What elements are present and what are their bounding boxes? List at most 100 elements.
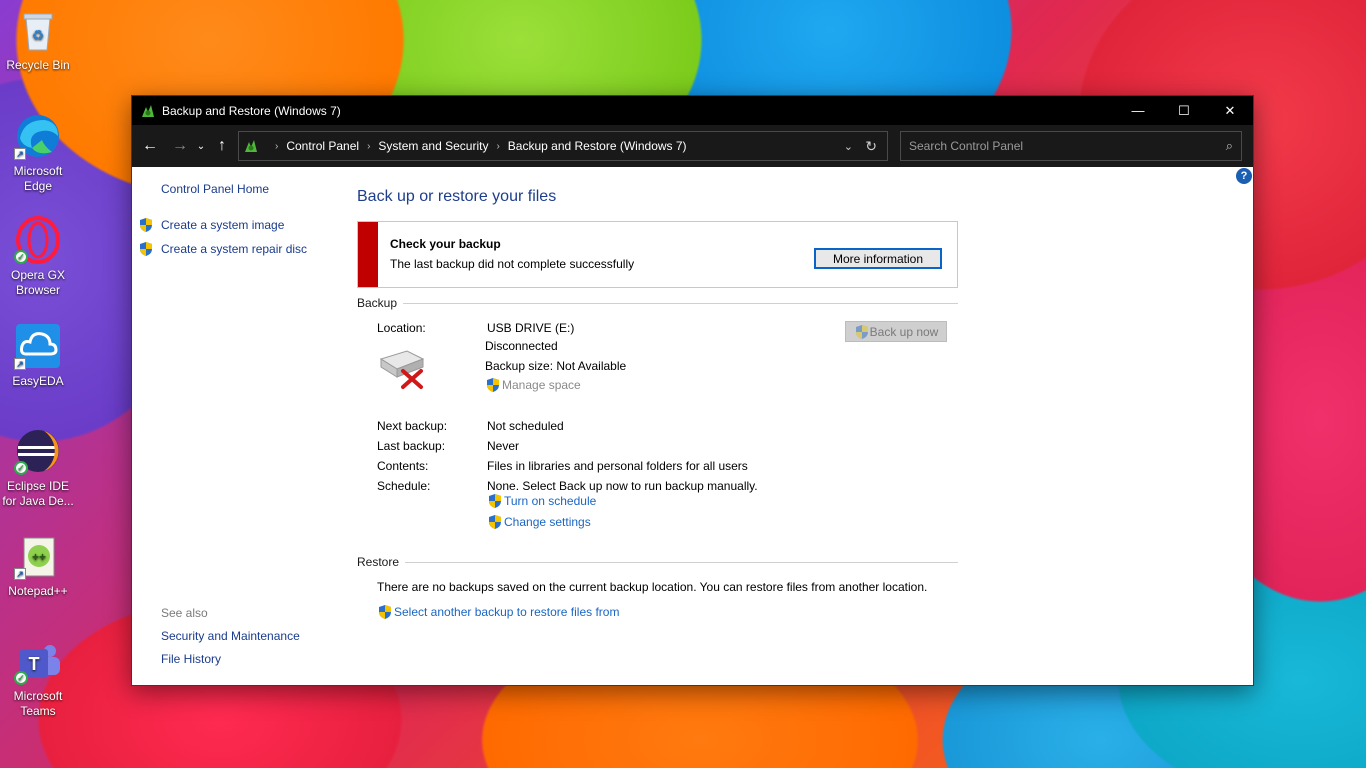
manage-space-link[interactable]: Manage space [485,377,581,393]
breadcrumb-separator: › [275,140,279,152]
recent-locations-button[interactable]: ⌄ [193,141,209,152]
alert-status-bar [358,222,378,287]
refresh-button[interactable]: ↻ [865,138,877,155]
search-icon[interactable]: ⌕ [1226,138,1233,154]
forward-button[interactable]: → [167,133,193,159]
breadcrumb-separator: › [496,140,500,152]
location-value: USB DRIVE (E:) [487,321,575,335]
left-pane: Control Panel Home Create a system image… [132,167,342,685]
section-divider [403,302,958,304]
address-toolbar: ← → ⌄ ↑ › Control Panel › System and Sec… [132,125,1253,167]
create-system-image-link[interactable]: Create a system image [138,217,284,233]
security-maintenance-link[interactable]: Security and Maintenance [161,629,300,643]
breadcrumb[interactable]: › Control Panel › System and Security › … [238,131,888,161]
next-backup-label: Next backup: [377,419,448,433]
file-history-link[interactable]: File History [161,652,221,666]
next-backup-value: Not scheduled [487,419,564,433]
window-controls: — ☐ ✕ [1115,96,1253,125]
chevron-down-icon: ⌄ [196,140,206,152]
uac-shield-icon [855,324,868,339]
arrow-up-icon: ↑ [218,137,226,154]
eclipse-icon: ✓ [14,427,62,475]
create-repair-disc-link[interactable]: Create a system repair disc [138,241,307,257]
restore-message: There are no backups saved on the curren… [377,580,928,594]
desktop-icon-notepad-plus-plus[interactable]: ++ ↗ Notepad++ [0,532,76,622]
opera-gx-icon: ✓ [14,216,62,264]
content-area: ? Control Panel Home Create a system ima… [132,167,1253,685]
notepad-plus-plus-icon: ++ ↗ [14,532,62,580]
see-also-heading: See also [161,606,208,620]
drive-status: Disconnected [485,339,558,353]
contents-value: Files in libraries and personal folders … [487,459,748,473]
last-backup-label: Last backup: [377,439,446,453]
control-panel-home-link[interactable]: Control Panel Home [161,182,269,196]
more-information-button[interactable]: More information [814,248,942,269]
sync-check-icon: ✓ [14,671,28,685]
refresh-icon: ↻ [865,137,877,154]
chevron-down-icon: ⌄ [843,140,853,153]
svg-text:T: T [29,654,40,674]
backup-restore-window: Backup and Restore (Windows 7) — ☐ ✕ ← →… [131,95,1254,686]
desktop-icon-easyeda[interactable]: ↗ EasyEDA [0,322,76,412]
close-icon: ✕ [1224,102,1236,118]
sync-check-icon: ✓ [14,461,28,475]
control-panel-icon [245,140,257,152]
change-settings-link[interactable]: Change settings [487,514,591,530]
window-title: Backup and Restore (Windows 7) [162,103,341,118]
uac-shield-icon [140,218,152,232]
edge-icon: ↗ [14,112,62,160]
back-button[interactable]: ← [137,133,163,159]
desktop-icon-teams[interactable]: T ✓ Microsoft Teams [0,637,76,727]
close-button[interactable]: ✕ [1207,96,1253,125]
help-button[interactable]: ? [1236,168,1252,184]
maximize-icon: ☐ [1178,102,1190,118]
desktop-icon-opera-gx[interactable]: ✓ Opera GX Browser [0,216,76,306]
backup-app-icon [142,104,154,117]
backup-section-header: Backup [357,296,958,310]
sync-check-icon: ✓ [14,250,28,264]
arrow-right-icon: → [172,137,188,154]
up-button[interactable]: ↑ [209,133,235,159]
easyeda-icon: ↗ [14,322,62,370]
section-divider [405,561,958,563]
disconnected-drive-icon [379,350,425,389]
last-backup-value: Never [487,439,520,453]
search-box[interactable]: ⌕ [900,131,1242,161]
minimize-button[interactable]: — [1115,96,1161,125]
shortcut-arrow-icon: ↗ [14,148,26,160]
desktop-icon-edge[interactable]: ↗ Microsoft Edge [0,112,76,202]
shortcut-arrow-icon: ↗ [14,358,26,370]
arrow-left-icon: ← [142,137,158,154]
desktop-icon-recycle-bin[interactable]: ♻ Recycle Bin [0,6,76,96]
uac-shield-icon [489,494,501,508]
breadcrumb-separator: › [367,140,371,152]
turn-on-schedule-link[interactable]: Turn on schedule [487,493,596,509]
title-bar[interactable]: Backup and Restore (Windows 7) — ☐ ✕ [132,96,1253,125]
svg-text:♻: ♻ [32,27,45,43]
breadcrumb-backup-restore[interactable]: Backup and Restore (Windows 7) [508,139,687,153]
svg-text:++: ++ [32,550,46,564]
teams-icon: T ✓ [14,637,62,685]
uac-shield-icon [489,515,501,529]
location-label: Location: [377,321,426,335]
restore-section-title: Restore [357,555,400,569]
backup-alert: Check your backup The last backup did no… [357,221,958,288]
back-up-now-button[interactable]: Back up now [845,321,947,342]
schedule-value: None. Select Back up now to run backup m… [487,479,758,493]
backup-section-title: Backup [357,296,398,310]
uac-shield-icon [379,605,391,619]
backup-size: Backup size: Not Available [485,359,627,373]
uac-shield-icon [487,378,499,392]
maximize-button[interactable]: ☐ [1161,96,1207,125]
page-title: Back up or restore your files [357,188,557,205]
address-dropdown-button[interactable]: ⌄ [844,140,853,153]
recycle-bin-icon: ♻ [14,6,62,54]
desktop-icon-eclipse[interactable]: ✓ Eclipse IDE for Java De... [0,427,76,517]
contents-label: Contents: [377,459,429,473]
select-another-backup-link[interactable]: Select another backup to restore files f… [377,604,619,620]
breadcrumb-system-security[interactable]: System and Security [378,139,488,153]
breadcrumb-control-panel[interactable]: Control Panel [286,139,359,153]
shortcut-arrow-icon: ↗ [14,568,26,580]
search-input[interactable] [909,139,1209,153]
restore-section-header: Restore [357,555,958,569]
